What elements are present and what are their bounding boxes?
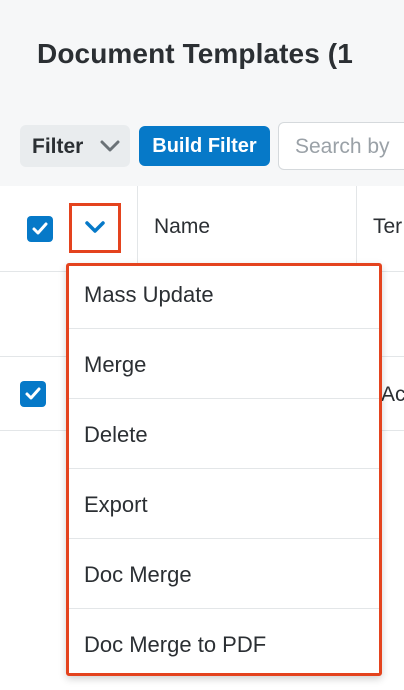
column-header-template[interactable]: Ter: [373, 215, 402, 239]
menu-item-doc-merge-to-pdf[interactable]: Doc Merge to PDF: [69, 616, 379, 686]
build-filter-button[interactable]: Build Filter: [139, 126, 270, 166]
menu-divider: [69, 328, 379, 329]
row-checkbox[interactable]: [20, 381, 46, 407]
column-header-name[interactable]: Name: [154, 215, 210, 239]
menu-item-label: Doc Merge to PDF: [84, 632, 267, 657]
page-title: Document Templates (1: [37, 38, 353, 69]
menu-item-mass-update[interactable]: Mass Update: [69, 266, 379, 336]
mass-actions-menu: Mass Update Merge Delete Export Doc Merg…: [66, 263, 382, 676]
chevron-down-icon: [85, 221, 105, 233]
menu-item-label: Merge: [84, 352, 147, 377]
menu-item-merge[interactable]: Merge: [69, 336, 379, 406]
filter-label: Filter: [32, 135, 84, 158]
search-placeholder: Search by: [295, 135, 390, 158]
filter-dropdown-button[interactable]: Filter: [20, 125, 130, 167]
menu-item-doc-merge[interactable]: Doc Merge: [69, 546, 379, 616]
chevron-down-icon: [100, 140, 120, 152]
menu-item-label: Doc Merge: [84, 562, 192, 587]
row-cell-text: Ac: [381, 383, 404, 406]
menu-item-label: Export: [84, 492, 148, 517]
menu-divider: [69, 538, 379, 539]
menu-item-label: Mass Update: [84, 282, 214, 307]
list-header: Document Templates (1: [0, 0, 404, 109]
select-all-checkbox[interactable]: [27, 216, 53, 242]
menu-divider: [69, 608, 379, 609]
menu-item-delete[interactable]: Delete: [69, 406, 379, 476]
column-divider: [356, 186, 357, 271]
column-divider: [137, 186, 138, 271]
menu-item-label: Delete: [84, 422, 148, 447]
check-icon: [32, 222, 48, 235]
menu-divider: [69, 398, 379, 399]
menu-divider: [69, 468, 379, 469]
menu-item-export[interactable]: Export: [69, 476, 379, 546]
mass-actions-toggle[interactable]: [69, 203, 121, 253]
check-icon: [25, 387, 41, 400]
search-input[interactable]: Search by: [278, 122, 404, 170]
